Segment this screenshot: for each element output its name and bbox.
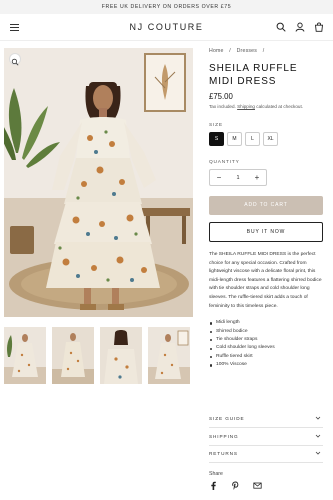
chevron-down-icon	[315, 416, 321, 420]
feature-item: Tie shoulder straps	[209, 336, 323, 344]
accordion-label: SIZE GUIDE	[209, 416, 245, 421]
breadcrumb-separator: /	[262, 48, 265, 54]
feature-item: Cold shoulder long sleeves	[209, 344, 323, 352]
size-options: S M L XL	[209, 132, 323, 146]
zoom-icon[interactable]	[9, 53, 21, 66]
accordion-label: RETURNS	[209, 451, 238, 456]
facebook-icon[interactable]	[209, 481, 218, 490]
breadcrumb-dresses[interactable]: Dresses	[237, 48, 257, 54]
tax-text: Tax included.	[209, 104, 236, 109]
decrease-quantity-button[interactable]: −	[215, 173, 223, 182]
size-option-xl[interactable]: XL	[263, 132, 278, 146]
tax-suffix: calculated at checkout.	[256, 104, 304, 109]
accordion-size-guide[interactable]: SIZE GUIDE	[209, 410, 323, 428]
product-info: Home / Dresses / SHEILA RUFFLE MIDI DRES…	[209, 48, 323, 370]
quantity-label: QUANTITY	[209, 160, 240, 165]
product-description: The SHEILA RUFFLE MIDI DRESS is the perf…	[209, 252, 322, 309]
thumbnail-1[interactable]	[4, 327, 46, 384]
feature-list: Midi length Shirred bodice Tie shoulder …	[209, 319, 323, 369]
email-icon[interactable]	[253, 481, 262, 490]
quantity-stepper: − 1 +	[209, 169, 267, 186]
share-label: Share	[209, 471, 223, 477]
thumbnail-strip	[4, 327, 193, 384]
feature-item: Shirred bodice	[209, 328, 323, 336]
feature-item: 100% Viscose	[209, 361, 323, 369]
header-icons	[276, 22, 324, 32]
thumbnail-3[interactable]	[100, 327, 142, 384]
announcement-bar: FREE UK DELIVERY ON ORDERS OVER £75	[0, 0, 333, 14]
product-price: £75.00	[209, 92, 233, 101]
cart-icon[interactable]	[314, 22, 324, 32]
chevron-down-icon	[315, 451, 321, 455]
buy-now-button[interactable]: BUY IT NOW	[209, 222, 323, 242]
thumbnail-4[interactable]	[148, 327, 190, 384]
breadcrumb-home[interactable]: Home	[209, 48, 224, 54]
accordion-returns[interactable]: RETURNS	[209, 445, 323, 463]
breadcrumb-separator: /	[229, 48, 231, 54]
chevron-down-icon	[315, 434, 321, 438]
tax-note: Tax included. Shipping calculated at che…	[209, 104, 323, 109]
accordion-label: SHIPPING	[209, 434, 239, 439]
add-to-cart-button[interactable]: ADD TO CART	[209, 196, 323, 215]
account-icon[interactable]	[295, 22, 305, 32]
product-main-image[interactable]	[4, 48, 193, 317]
breadcrumb: Home / Dresses /	[209, 48, 323, 54]
feature-item: Ruffle tiered skirt	[209, 353, 323, 361]
pinterest-icon[interactable]	[231, 481, 240, 490]
product-title: SHEILA RUFFLE MIDI DRESS	[209, 63, 298, 87]
size-option-m[interactable]: M	[227, 132, 242, 146]
shipping-link[interactable]: Shipping	[237, 104, 255, 109]
thumbnail-2[interactable]	[52, 327, 94, 384]
share-icons	[209, 481, 262, 490]
search-icon[interactable]	[276, 22, 286, 32]
size-label: SIZE	[209, 123, 223, 128]
feature-item: Midi length	[209, 319, 323, 327]
size-option-s[interactable]: S	[209, 132, 224, 146]
site-header: NJ COUTURE	[0, 14, 333, 41]
size-option-l[interactable]: L	[245, 132, 260, 146]
accordion-shipping[interactable]: SHIPPING	[209, 428, 323, 446]
increase-quantity-button[interactable]: +	[253, 173, 261, 182]
quantity-value[interactable]: 1	[236, 175, 239, 181]
